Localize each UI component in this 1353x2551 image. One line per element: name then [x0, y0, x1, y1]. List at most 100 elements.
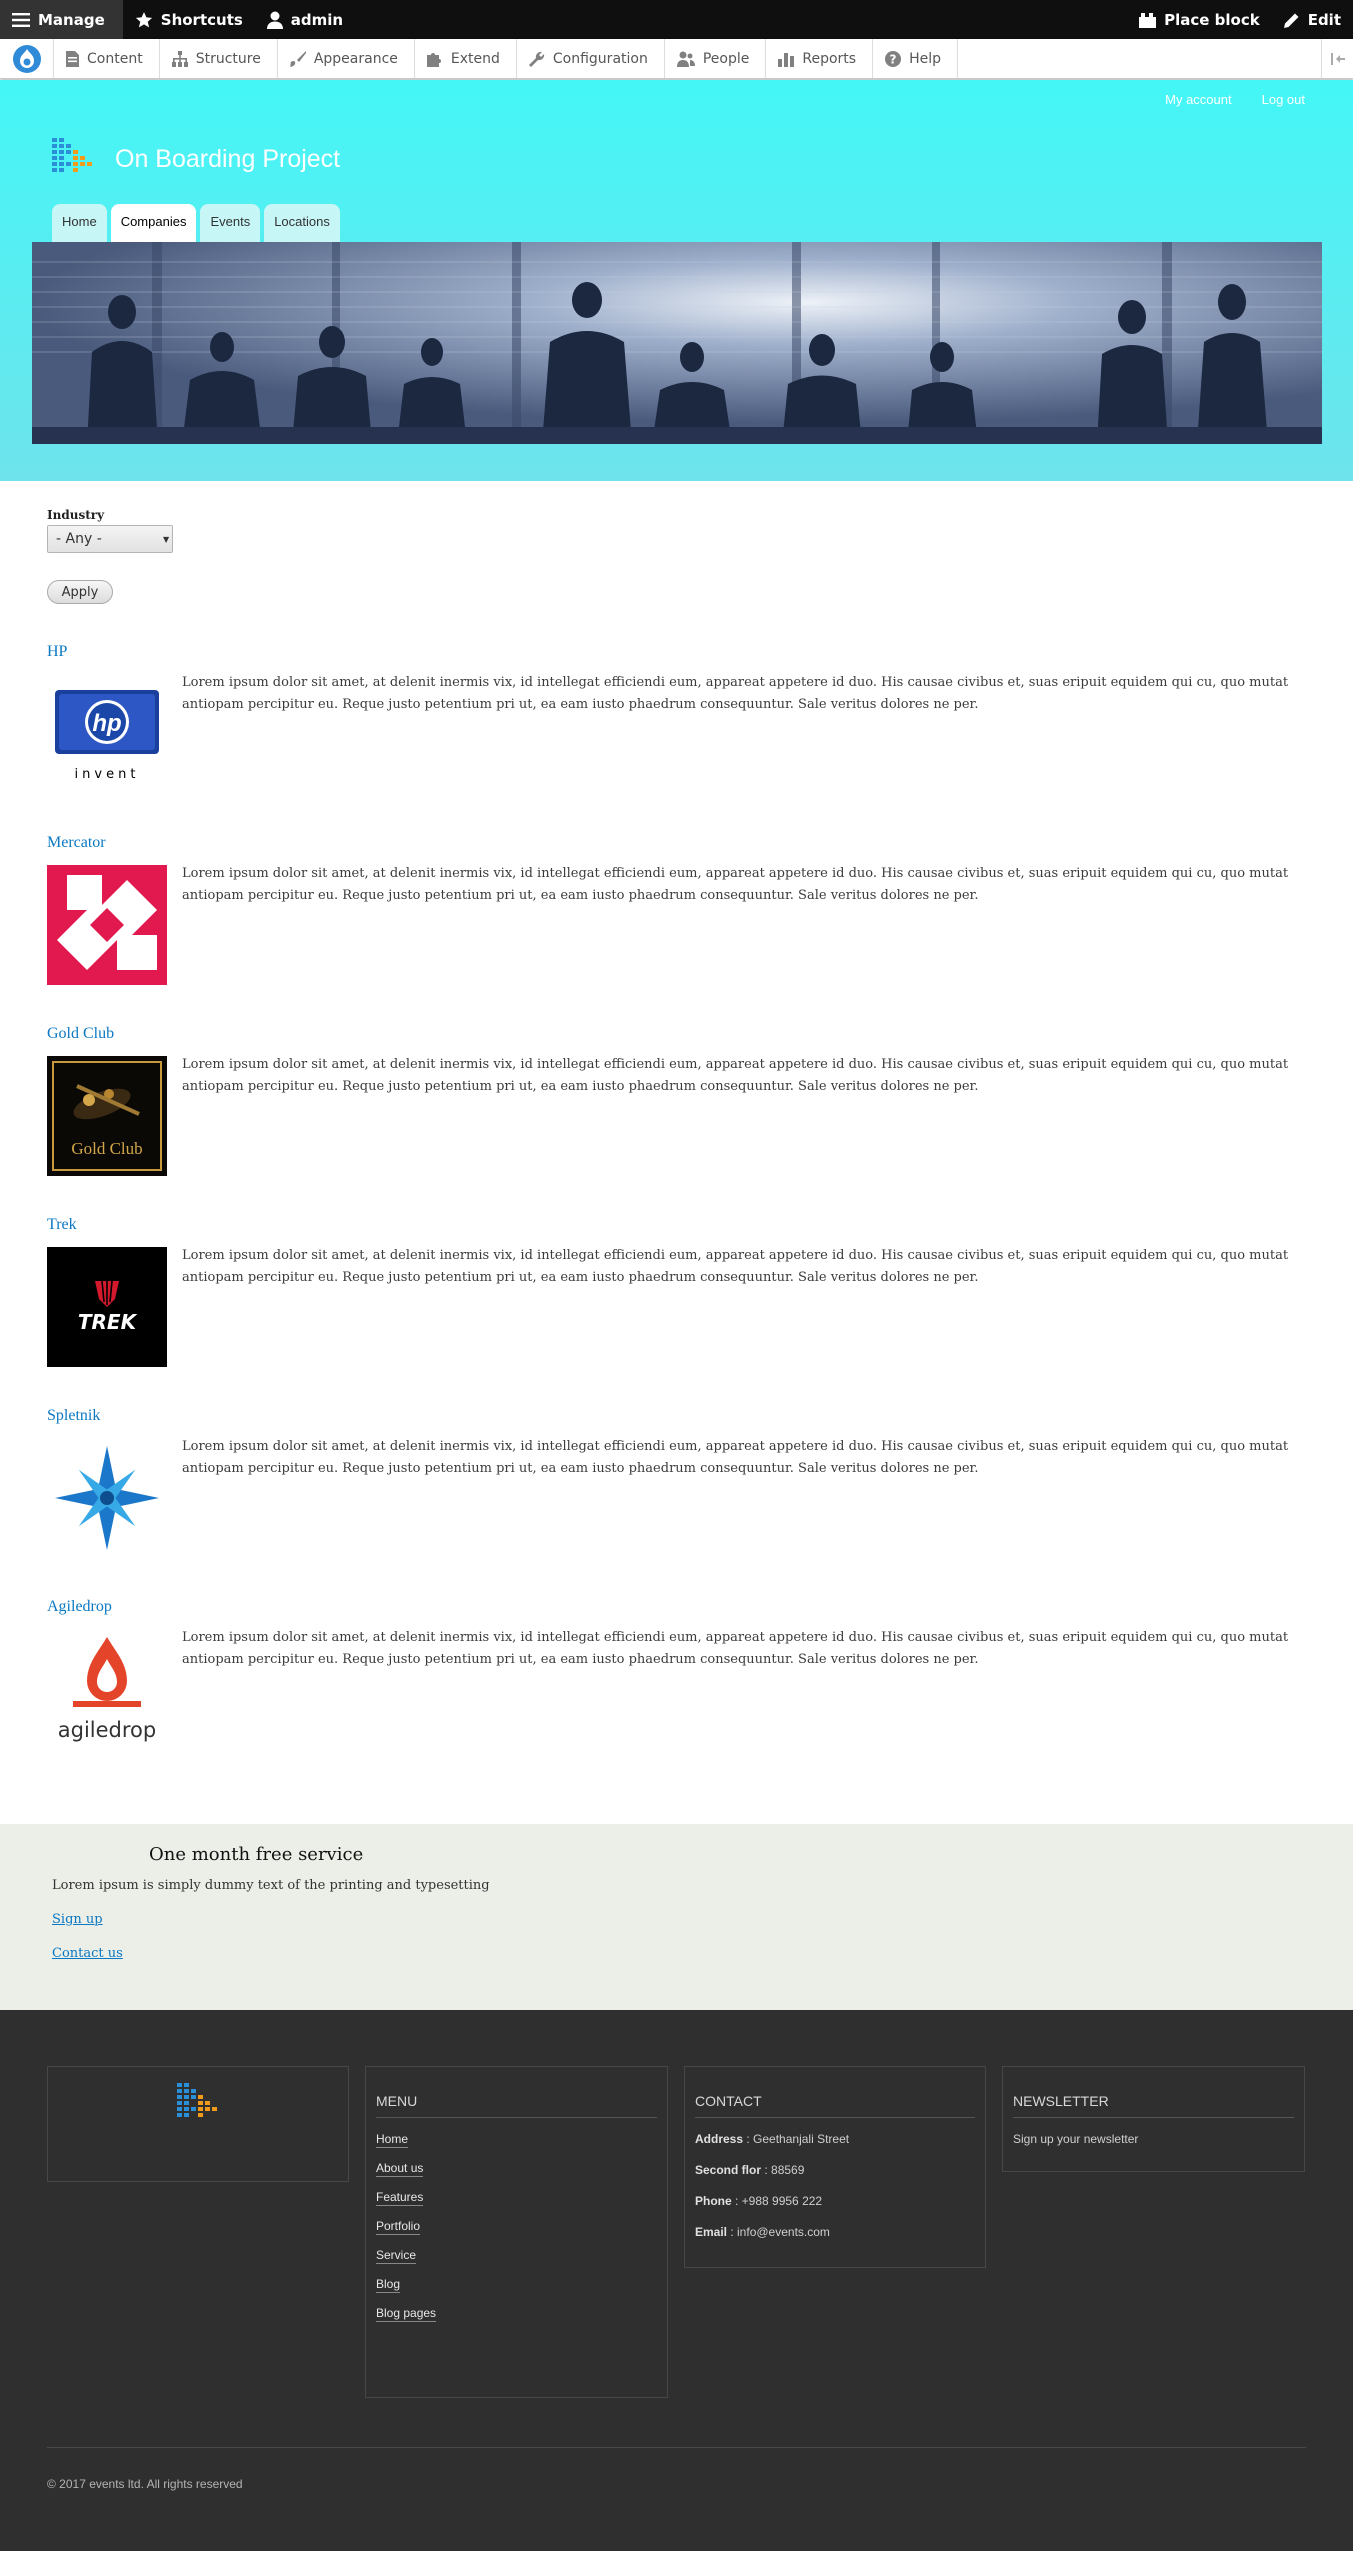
company-item-agiledrop: Agiledrop agiledrop Lorem ipsum dolor si…: [47, 1598, 1307, 1749]
tray-item-label: Help: [909, 50, 941, 67]
apply-button[interactable]: Apply: [47, 580, 113, 604]
sign-up-link[interactable]: Sign up: [52, 1912, 103, 1927]
agiledrop-logo-image: agiledrop: [47, 1629, 167, 1749]
footer-link-about-us[interactable]: About us: [376, 2161, 657, 2177]
site-footer: MENU Home About us Features Portfolio Se…: [0, 2010, 1353, 2551]
tab-home[interactable]: Home: [52, 204, 107, 242]
edit-button[interactable]: Edit: [1272, 0, 1353, 39]
promo-block: One month free service Lorem ipsum is si…: [0, 1824, 1353, 2010]
footer-link-blog-pages[interactable]: Blog pages: [376, 2306, 657, 2322]
tray-item-reports[interactable]: Reports: [766, 39, 874, 78]
industry-select[interactable]: - Any - ▼: [47, 525, 173, 553]
company-description: Lorem ipsum dolor sit amet, at delenit i…: [182, 1057, 1289, 1094]
trek-logo-image: TREK: [47, 1247, 167, 1367]
chevron-down-icon: ▼: [163, 534, 170, 544]
people-icon: [676, 51, 695, 67]
svg-text:hp: hp: [92, 710, 121, 737]
footer-logo-box: [47, 2066, 349, 2182]
tray-item-label: Extend: [450, 50, 500, 67]
company-title-link[interactable]: Mercator: [47, 834, 1307, 856]
user-label: admin: [290, 10, 344, 29]
drupal-home-link[interactable]: [0, 39, 54, 78]
pencil-icon: [1283, 13, 1299, 28]
footer-newsletter-title: NEWSLETTER: [1013, 2093, 1294, 2118]
tray-item-label: Structure: [195, 50, 261, 67]
mercator-logo[interactable]: [47, 865, 167, 985]
user-button[interactable]: admin: [255, 0, 355, 39]
company-description: Lorem ipsum dolor sit amet, at delenit i…: [182, 866, 1289, 903]
industry-select-value: - Any -: [56, 531, 102, 547]
tab-locations[interactable]: Locations: [264, 204, 340, 242]
spletnik-logo[interactable]: [47, 1438, 167, 1558]
company-title-link[interactable]: HP: [47, 643, 1307, 665]
footer-menu-title: MENU: [376, 2093, 657, 2118]
contact-us-link[interactable]: Contact us: [52, 1946, 123, 1961]
footer-link-portfolio[interactable]: Portfolio: [376, 2219, 657, 2235]
edit-label: Edit: [1307, 10, 1341, 29]
tray-item-people[interactable]: People: [665, 39, 767, 78]
tray-item-help[interactable]: ? Help: [873, 39, 958, 78]
help-icon: ?: [885, 50, 902, 67]
footer-link-features[interactable]: Features: [376, 2190, 657, 2206]
drupal-logo-icon: [12, 44, 41, 73]
logout-link[interactable]: Log out: [1262, 92, 1305, 107]
hp-logo[interactable]: hp invent: [47, 674, 167, 794]
trek-logo[interactable]: TREK: [47, 1247, 167, 1367]
manage-button[interactable]: Manage: [0, 0, 123, 39]
tray-item-configuration[interactable]: Configuration: [517, 39, 665, 78]
tray-item-label: Appearance: [313, 50, 398, 67]
sitemap-icon: [171, 50, 188, 67]
contact-second-floor: Second flor : 88569: [695, 2163, 805, 2177]
tab-companies[interactable]: Companies: [110, 204, 197, 242]
site-name[interactable]: On Boarding Project: [115, 145, 340, 174]
hero-banner: [32, 242, 1322, 444]
shortcuts-label: Shortcuts: [160, 10, 243, 29]
tray-item-label: Configuration: [552, 50, 648, 67]
company-description: Lorem ipsum dolor sit amet, at delenit i…: [182, 675, 1289, 712]
tray-orientation-toggle[interactable]: [1321, 39, 1353, 78]
document-icon: [66, 50, 79, 67]
footer-link-home[interactable]: Home: [376, 2132, 657, 2148]
company-item-gold-club: Gold Club Gold Club Lorem ipsum dolor si…: [47, 1025, 1307, 1176]
footer-menu-box: MENU Home About us Features Portfolio Se…: [365, 2066, 668, 2398]
my-account-link[interactable]: My account: [1165, 92, 1231, 107]
industry-label: Industry: [47, 508, 105, 522]
equalizer-logo-icon: [52, 138, 92, 172]
company-description: Lorem ipsum dolor sit amet, at delenit i…: [182, 1630, 1289, 1667]
place-block-button[interactable]: Place block: [1127, 0, 1272, 39]
tray-item-extend[interactable]: Extend: [415, 39, 517, 78]
tab-events[interactable]: Events: [200, 204, 261, 242]
tray-item-appearance[interactable]: Appearance: [278, 39, 415, 78]
company-description: Lorem ipsum dolor sit amet, at delenit i…: [182, 1248, 1289, 1285]
star-icon: [135, 11, 152, 27]
tray-item-structure[interactable]: Structure: [160, 39, 278, 78]
contact-email: Email : info@events.com: [695, 2225, 830, 2239]
contact-phone: Phone : +988 9956 222: [695, 2194, 823, 2208]
footer-newsletter-box: NEWSLETTER Sign up your newsletter: [1002, 2066, 1305, 2172]
industry-filter: Industry - Any - ▼: [47, 508, 173, 553]
footer-link-blog[interactable]: Blog: [376, 2277, 657, 2293]
user-icon: [266, 11, 283, 29]
footer-contact-title: CONTACT: [695, 2093, 975, 2118]
site-logo[interactable]: [52, 138, 94, 178]
footer-link-service[interactable]: Service: [376, 2248, 657, 2264]
puzzle-icon: [426, 52, 441, 67]
shortcuts-button[interactable]: Shortcuts: [123, 0, 255, 39]
agiledrop-logo[interactable]: agiledrop: [47, 1629, 167, 1749]
equalizer-logo-icon: [177, 2083, 217, 2117]
tray-item-content[interactable]: Content: [54, 39, 160, 78]
gold-club-logo[interactable]: Gold Club: [47, 1056, 167, 1176]
copyright-text: © 2017 events ltd. All rights reserved: [47, 2477, 243, 2491]
company-title-link[interactable]: Spletnik: [47, 1407, 1307, 1429]
company-title-link[interactable]: Gold Club: [47, 1025, 1307, 1047]
footer-logo[interactable]: [177, 2083, 219, 2123]
company-item-mercator: Mercator Lorem ipsum dolor sit amet, at …: [47, 834, 1307, 985]
business-people-silhouette-image: [32, 242, 1322, 444]
company-title-link[interactable]: Trek: [47, 1216, 1307, 1238]
contact-address: Address : Geethanjali Street: [695, 2132, 850, 2146]
collapse-icon: [1330, 52, 1345, 65]
company-title-link[interactable]: Agiledrop: [47, 1598, 1307, 1620]
newsletter-text: Sign up your newsletter: [1013, 2132, 1139, 2146]
company-description: Lorem ipsum dolor sit amet, at delenit i…: [182, 1439, 1289, 1476]
company-item-hp: HP hp invent Lorem ipsum dolor sit amet,…: [47, 643, 1307, 794]
